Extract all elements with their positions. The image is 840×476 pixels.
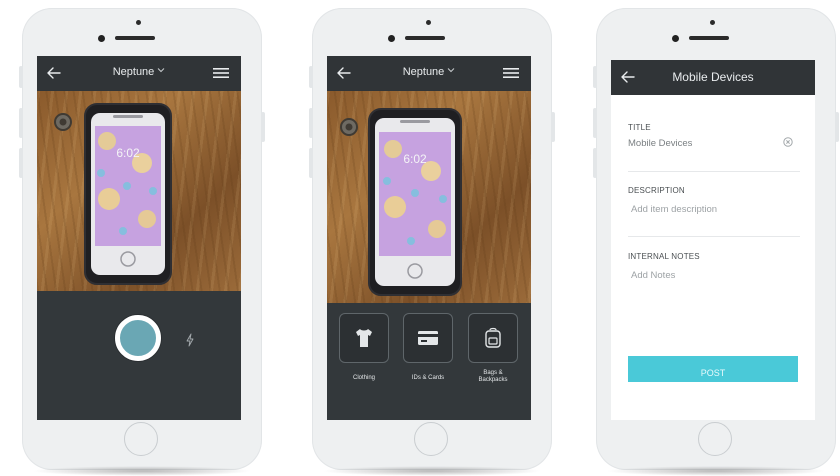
phone-speaker (689, 36, 729, 40)
category-label: IDs & Cards (411, 375, 445, 381)
category-screen: Neptune 6:02 Clothing IDs & Cards Bags &… (327, 56, 531, 420)
title-input[interactable]: Mobile Devices (628, 138, 692, 149)
hamburger-menu-icon[interactable] (213, 67, 229, 79)
phone-side-button (261, 112, 265, 142)
nav-title: Mobile Devices (672, 70, 754, 84)
chevron-down-icon (447, 68, 455, 73)
description-input[interactable]: Add item description (631, 204, 717, 215)
divider (628, 171, 800, 172)
phone-side-button (309, 66, 313, 88)
phone-camera-dot (98, 35, 105, 42)
navbar: Neptune (327, 56, 531, 91)
phone-side-button (309, 108, 313, 138)
category-label: Clothing (352, 375, 375, 381)
phone-speaker (115, 36, 155, 40)
category-tile (339, 313, 389, 363)
lockscreen-clock: 6:02 (116, 146, 140, 160)
post-button[interactable]: POST (628, 356, 798, 382)
camera-viewfinder: 6:02 (37, 91, 241, 291)
clear-icon[interactable] (783, 137, 793, 147)
phone-side-button (19, 148, 23, 178)
phone-side-button (19, 66, 23, 88)
phone-side-button (19, 108, 23, 138)
camera-screen: Neptune 6:02 (37, 56, 241, 420)
phone-photo-illustration: 6:02 (54, 103, 172, 285)
chevron-down-icon (157, 68, 165, 73)
phone-side-button (593, 108, 597, 138)
home-button[interactable] (414, 422, 448, 456)
category-ids-cards[interactable]: IDs & Cards (403, 313, 453, 382)
divider (628, 236, 800, 237)
tshirt-icon (356, 329, 372, 347)
flash-icon[interactable] (185, 333, 195, 347)
item-form-screen: Mobile Devices TITLE Mobile Devices DESC… (611, 60, 815, 420)
home-button[interactable] (698, 422, 732, 456)
category-tile (468, 313, 518, 363)
phone-top-dot (136, 20, 141, 25)
category-clothing[interactable]: Clothing (339, 313, 389, 382)
phone-frame-categories: Neptune 6:02 Clothing IDs & Cards Bags &… (309, 8, 555, 476)
internal-notes-input[interactable]: Add Notes (631, 270, 675, 281)
phone-frame-form: Mobile Devices TITLE Mobile Devices DESC… (593, 8, 839, 476)
internal-notes-label: INTERNAL NOTES (628, 252, 700, 261)
phone-camera-dot (388, 35, 395, 42)
phone-side-button (309, 148, 313, 178)
phone-side-button (551, 112, 555, 142)
backpack-icon (485, 327, 501, 348)
category-tile (403, 313, 453, 363)
phone-side-button (593, 148, 597, 178)
phone-camera-dot (672, 35, 679, 42)
shutter-button[interactable] (115, 315, 161, 361)
phone-side-button (593, 66, 597, 88)
hamburger-menu-icon[interactable] (503, 67, 519, 79)
phone-speaker (405, 36, 445, 40)
title-label: TITLE (628, 123, 651, 132)
phone-frame-camera: Neptune 6:02 (19, 8, 265, 476)
phone-top-dot (710, 20, 715, 25)
home-button[interactable] (124, 422, 158, 456)
category-picker: Clothing IDs & Cards Bags & Backpacks (327, 303, 531, 420)
nav-title: Neptune (402, 66, 445, 78)
nav-title: Neptune (112, 66, 155, 78)
camera-controls (37, 291, 241, 420)
location-dropdown[interactable]: Neptune (327, 66, 531, 78)
location-dropdown[interactable]: Neptune (37, 66, 241, 78)
captured-photo: 6:02 (327, 91, 531, 303)
phone-side-button (835, 112, 839, 142)
lockscreen-clock: 6:02 (403, 152, 427, 166)
category-label: Bags & Backpacks (478, 370, 508, 383)
phone-top-dot (426, 20, 431, 25)
phone-photo-illustration: 6:02 (340, 108, 462, 296)
navbar: Neptune (37, 56, 241, 91)
category-bags-backpacks[interactable]: Bags & Backpacks (468, 313, 518, 384)
card-icon (418, 331, 438, 345)
description-label: DESCRIPTION (628, 186, 685, 195)
navbar: Mobile Devices (611, 60, 815, 95)
